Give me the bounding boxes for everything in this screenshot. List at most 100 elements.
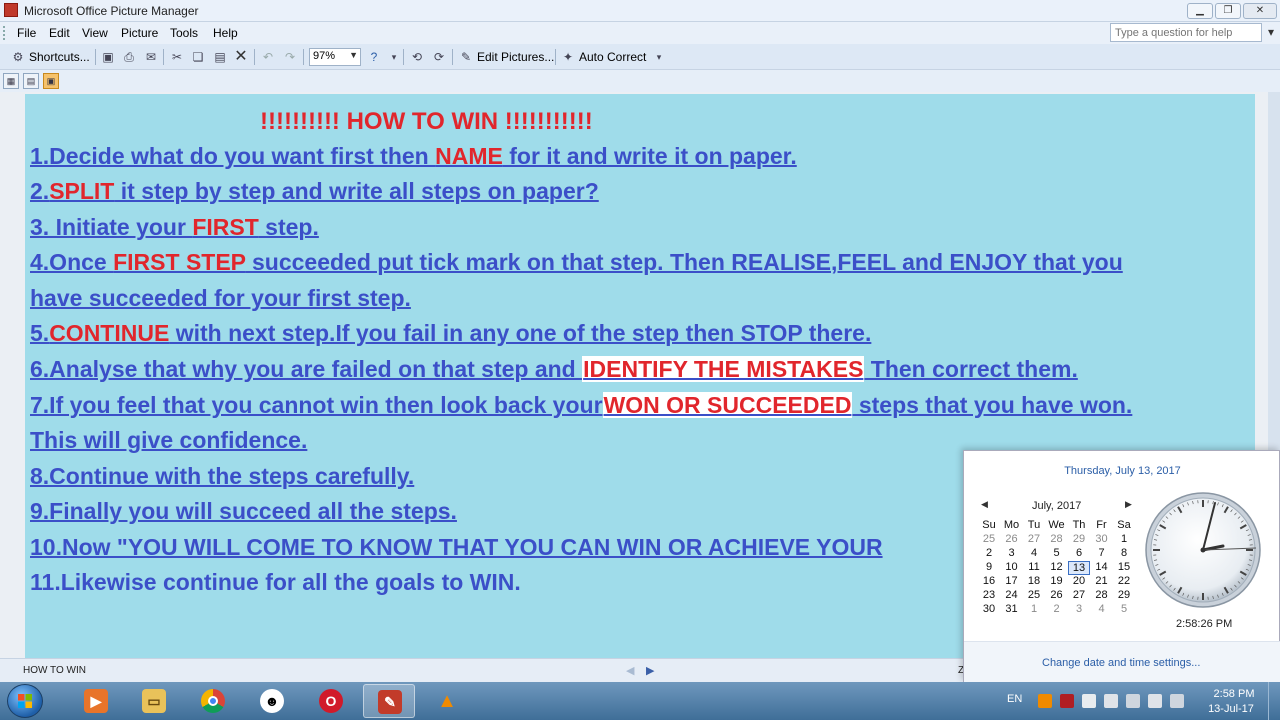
calendar-day[interactable]: 10 (1001, 561, 1023, 575)
calendar-day[interactable]: 1 (1023, 603, 1045, 617)
taskbar-vlc[interactable]: ▲ (421, 684, 473, 718)
previous-picture-button[interactable]: ◀ (626, 664, 634, 677)
calendar-month[interactable]: July, 2017 (1032, 500, 1081, 512)
show-desktop-button[interactable] (1268, 682, 1280, 720)
calendar-day[interactable]: 12 (1046, 561, 1068, 575)
calendar-day[interactable]: 4 (1023, 547, 1045, 561)
calendar-day[interactable]: 17 (1001, 575, 1023, 589)
zoom-select[interactable]: 97% ▼ (309, 48, 361, 66)
calendar-day[interactable]: 20 (1068, 575, 1090, 589)
calendar-day[interactable]: 19 (1046, 575, 1068, 589)
help-search-input[interactable] (1110, 23, 1262, 42)
calendar-day[interactable]: 30 (1091, 533, 1113, 547)
calendar-day[interactable]: 13 (1068, 561, 1090, 575)
rotate-right-button[interactable]: ⟳ (431, 48, 450, 66)
network-icon[interactable] (1148, 694, 1162, 708)
vlc-tray-icon[interactable] (1038, 694, 1052, 708)
calendar-day[interactable]: 9 (978, 561, 1000, 575)
thumbnail-view-button[interactable]: ▦ (3, 73, 19, 89)
calendar-day[interactable]: 25 (978, 533, 1000, 547)
calendar-day[interactable]: 25 (1023, 589, 1045, 603)
calendar-day[interactable]: 28 (1046, 533, 1068, 547)
change-date-time-link[interactable]: Change date and time settings... (1042, 657, 1200, 669)
calendar-day[interactable]: 16 (978, 575, 1000, 589)
taskbar-chrome[interactable] (187, 684, 239, 718)
calendar-day[interactable]: 22 (1113, 575, 1135, 589)
calendar-day[interactable]: 23 (978, 589, 1000, 603)
calendar-day[interactable]: 6 (1068, 547, 1090, 561)
cut-button[interactable]: ✂ (169, 48, 188, 66)
paste-button[interactable]: ▤ (212, 48, 231, 66)
calendar-day[interactable]: 3 (1001, 547, 1023, 561)
calendar-day[interactable]: 27 (1068, 589, 1090, 603)
calendar-day[interactable]: 21 (1091, 575, 1113, 589)
calendar-day[interactable]: 2 (978, 547, 1000, 561)
taskbar-app[interactable]: ☻ (246, 684, 298, 718)
copy-button[interactable]: ❏ (190, 48, 209, 66)
calendar-day[interactable]: 5 (1046, 547, 1068, 561)
email-button[interactable]: ✉ (143, 48, 162, 66)
tray-app-icon[interactable] (1082, 694, 1096, 708)
calendar-day[interactable]: 26 (1001, 533, 1023, 547)
menu-edit[interactable]: Edit (49, 26, 70, 40)
calendar-day[interactable]: 8 (1113, 547, 1135, 561)
speaker-icon[interactable] (1170, 694, 1184, 708)
calendar-day[interactable]: 18 (1023, 575, 1045, 589)
menu-view[interactable]: View (82, 26, 108, 40)
calendar-day[interactable]: 28 (1091, 589, 1113, 603)
calendar-day[interactable]: 29 (1068, 533, 1090, 547)
calendar-day[interactable]: 29 (1113, 589, 1135, 603)
language-indicator[interactable]: EN (1007, 693, 1022, 705)
next-month-button[interactable]: ▶ (1125, 499, 1132, 510)
taskbar-opera[interactable]: O (305, 684, 357, 718)
calendar-day[interactable]: 31 (1001, 603, 1023, 617)
calendar-day[interactable]: 30 (978, 603, 1000, 617)
taskbar-media-player[interactable]: ▶ (70, 684, 122, 718)
menu-help[interactable]: Help (213, 26, 238, 40)
previous-month-button[interactable]: ◀ (981, 499, 988, 510)
filmstrip-view-button[interactable]: ▤ (23, 73, 39, 89)
calendar-day[interactable]: 15 (1113, 561, 1135, 575)
start-button[interactable] (7, 684, 43, 718)
close-button[interactable]: ✕ (1243, 3, 1277, 19)
calendar-day[interactable]: 4 (1091, 603, 1113, 617)
print-button[interactable]: ⎙ (121, 48, 140, 66)
safely-remove-icon[interactable] (1104, 694, 1118, 708)
toolbar-overflow[interactable]: ▾ (651, 48, 670, 66)
calendar-day[interactable]: 7 (1091, 547, 1113, 561)
menu-file[interactable]: File (17, 26, 36, 40)
help-button[interactable]: ? (366, 48, 385, 66)
calendar-full-date[interactable]: Thursday, July 13, 2017 (964, 465, 1280, 477)
menu-tools[interactable]: Tools (170, 26, 198, 40)
calendar-day[interactable]: 14 (1091, 561, 1113, 575)
next-picture-button[interactable]: ▶ (646, 664, 654, 677)
shortcuts-button[interactable]: ⚙ Shortcuts... (10, 48, 90, 66)
calendar-day[interactable]: 27 (1023, 533, 1045, 547)
calendar-day[interactable]: 11 (1023, 561, 1045, 575)
calendar-day[interactable]: 1 (1113, 533, 1135, 547)
delete-button[interactable]: ✕ (233, 48, 252, 66)
volume-icon[interactable] (1126, 694, 1140, 708)
taskbar-picture-manager[interactable]: ✎ (363, 684, 415, 718)
calendar-day[interactable]: 24 (1001, 589, 1023, 603)
redo-button[interactable]: ↷ (282, 48, 301, 66)
calendar-weekday: We (1048, 519, 1065, 531)
restore-button[interactable]: ❐ (1215, 3, 1241, 19)
rotate-left-button[interactable]: ⟲ (409, 48, 428, 66)
acrobat-tray-icon[interactable] (1060, 694, 1074, 708)
menu-picture[interactable]: Picture (121, 26, 158, 40)
minimize-button[interactable]: ▁ (1187, 3, 1213, 19)
calendar-day[interactable]: 26 (1046, 589, 1068, 603)
auto-correct-button[interactable]: ✦ Auto Correct (560, 48, 646, 66)
help-dropdown-icon[interactable]: ▾ (1268, 25, 1274, 39)
single-picture-view-button[interactable]: ▣ (43, 73, 59, 89)
calendar-day[interactable]: 5 (1113, 603, 1135, 617)
taskbar-date[interactable]: 13-Jul-17 (1203, 703, 1259, 715)
save-button[interactable]: ▣ (100, 48, 119, 66)
calendar-day[interactable]: 2 (1046, 603, 1068, 617)
undo-button[interactable]: ↶ (260, 48, 279, 66)
edit-pictures-button[interactable]: ✎ Edit Pictures... (458, 48, 554, 66)
taskbar-explorer[interactable]: ▭ (128, 684, 180, 718)
calendar-day[interactable]: 3 (1068, 603, 1090, 617)
taskbar-time[interactable]: 2:58 PM (1209, 688, 1259, 700)
